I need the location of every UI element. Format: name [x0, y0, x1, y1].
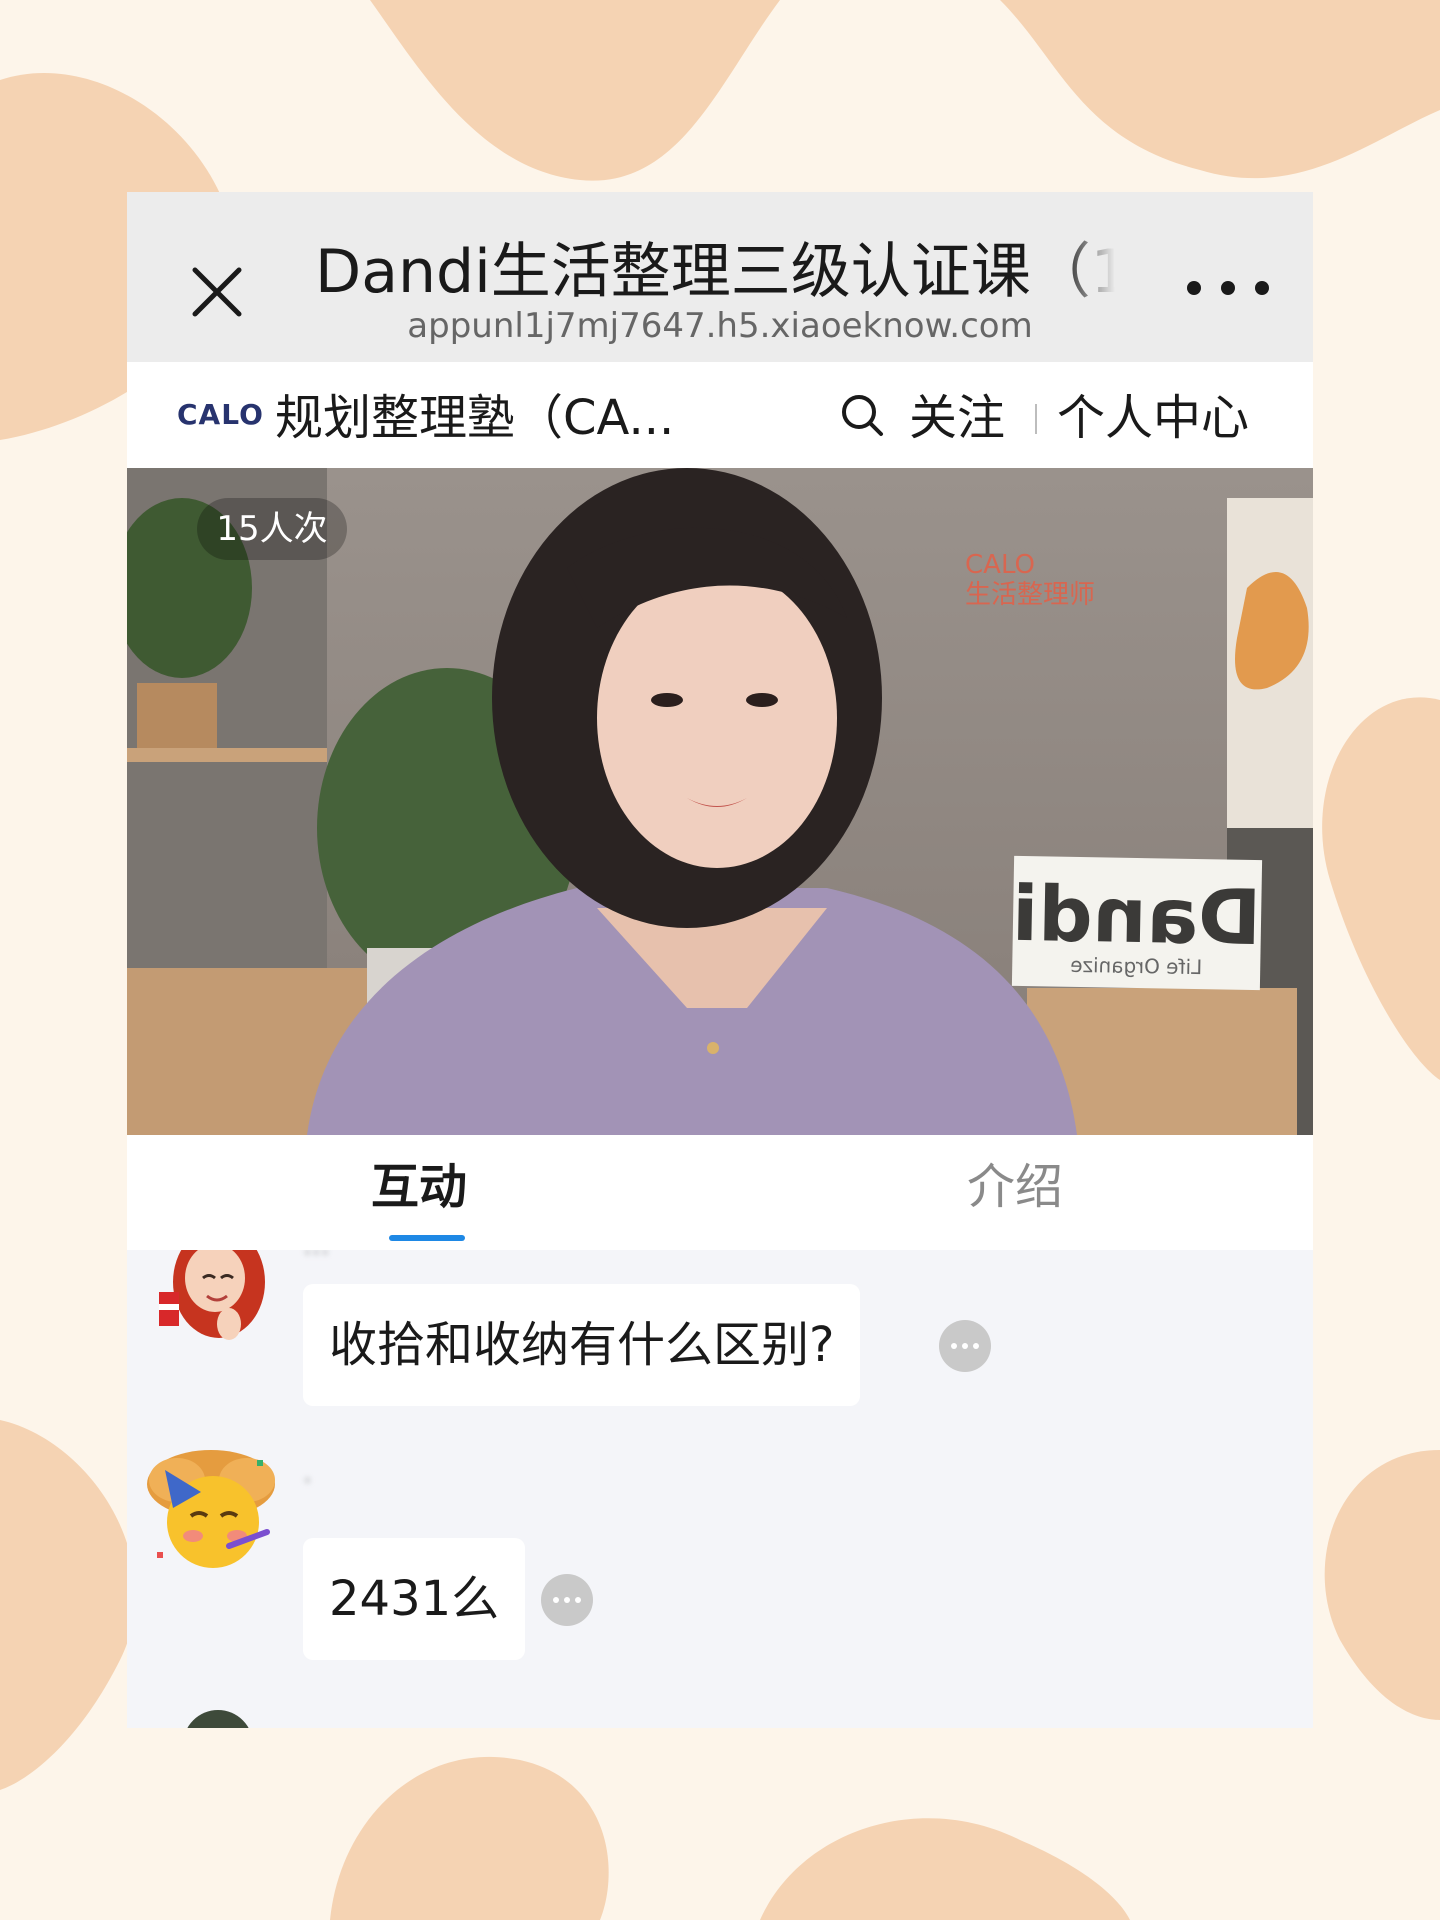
browser-titlebar: Dandi生活整理三级认证课（1 appunl1j7mj7647.h5.xiao…	[127, 192, 1313, 362]
memoji-avatar[interactable]	[157, 1250, 277, 1340]
shop-name[interactable]: 规划整理塾（CA...	[275, 388, 725, 448]
video-frame	[127, 468, 1313, 1135]
dandi-sign: Dandi Life Organize	[1011, 855, 1263, 991]
phone-screen: Dandi生活整理三级认证课（1 appunl1j7mj7647.h5.xiao…	[127, 192, 1313, 1728]
chat-message-bubble: 2431么	[303, 1538, 526, 1660]
message-more-icon[interactable]	[541, 1574, 593, 1626]
tab-interaction[interactable]: 互动	[371, 1157, 467, 1217]
header-divider	[1035, 404, 1037, 434]
viewer-count-badge: 15人次	[197, 498, 347, 560]
search-icon[interactable]	[839, 392, 887, 440]
active-tab-indicator	[389, 1235, 465, 1241]
chat-list[interactable]: ··· 收拾和收纳有什么区别? · 2431么	[127, 1250, 1313, 1728]
message-more-icon[interactable]	[939, 1320, 991, 1372]
tab-introduction[interactable]: 介绍	[967, 1157, 1063, 1217]
chat-message-bubble: 收拾和收纳有什么区别?	[303, 1284, 861, 1406]
wall-logo-decal: CALO 生活整理师	[965, 550, 1096, 610]
party-face-avatar[interactable]	[137, 1440, 287, 1580]
profile-center-button[interactable]: 个人中心	[1057, 388, 1249, 448]
sender-nickname: ·	[303, 1464, 312, 1497]
follow-button[interactable]: 关注	[909, 388, 1005, 448]
live-video-player[interactable]: 15人次 CALO 生活整理师 Dandi Life Organize	[127, 468, 1313, 1135]
shop-header: CALO 规划整理塾（CA... 关注 个人中心	[127, 362, 1313, 468]
brand-logo: CALO	[177, 398, 264, 431]
more-dots-icon[interactable]	[1187, 268, 1287, 308]
page-url: appunl1j7mj7647.h5.xiaoeknow.com	[407, 306, 1033, 346]
next-avatar-partial[interactable]	[183, 1710, 253, 1728]
sender-nickname: ···	[303, 1250, 330, 1269]
content-tabs: 互动 介绍	[127, 1135, 1313, 1250]
page-title: Dandi生活整理三级认证课（1	[315, 237, 1115, 307]
